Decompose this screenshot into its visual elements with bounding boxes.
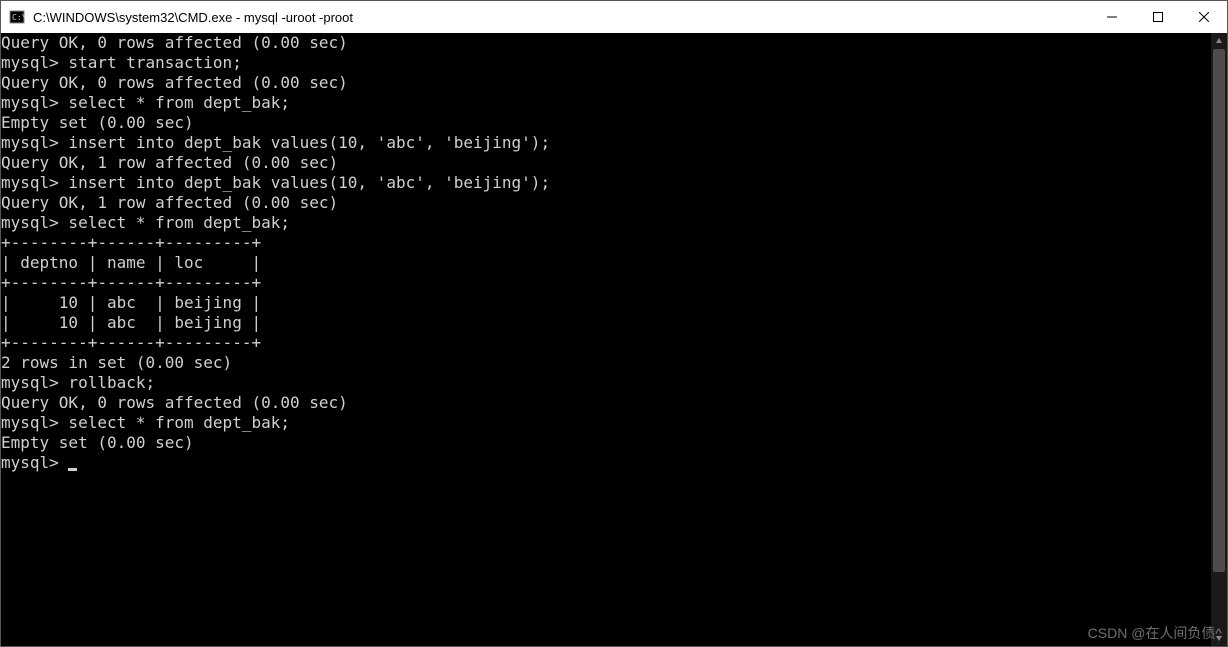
terminal-line: Query OK, 0 rows affected (0.00 sec) [1,73,1211,93]
terminal-line: mysql> rollback; [1,373,1211,393]
terminal-line: mysql> insert into dept_bak values(10, '… [1,133,1211,153]
window-controls [1089,1,1227,33]
terminal-line: | 10 | abc | beijing | [1,293,1211,313]
terminal-line: | 10 | abc | beijing | [1,313,1211,333]
terminal-line: Query OK, 1 row affected (0.00 sec) [1,193,1211,213]
titlebar[interactable]: C:\ C:\WINDOWS\system32\CMD.exe - mysql … [1,1,1227,33]
cursor [68,468,77,471]
terminal-line: 2 rows in set (0.00 sec) [1,353,1211,373]
terminal-line: mysql> [1,453,1211,473]
terminal-line: Query OK, 0 rows affected (0.00 sec) [1,33,1211,53]
close-button[interactable] [1181,1,1227,33]
scroll-down-button[interactable] [1211,630,1227,646]
scroll-thumb[interactable] [1213,49,1225,572]
terminal-line: Query OK, 0 rows affected (0.00 sec) [1,393,1211,413]
minimize-button[interactable] [1089,1,1135,33]
terminal-area: Query OK, 0 rows affected (0.00 sec)mysq… [1,33,1227,646]
terminal-line: +--------+------+---------+ [1,333,1211,353]
scrollbar-vertical[interactable] [1211,33,1227,646]
terminal-line: mysql> select * from dept_bak; [1,413,1211,433]
svg-text:C:\: C:\ [12,13,25,22]
scroll-up-button[interactable] [1211,33,1227,49]
cmd-icon: C:\ [9,9,25,25]
terminal-line: mysql> select * from dept_bak; [1,93,1211,113]
terminal-line: Empty set (0.00 sec) [1,433,1211,453]
cmd-window: C:\ C:\WINDOWS\system32\CMD.exe - mysql … [0,0,1228,647]
maximize-button[interactable] [1135,1,1181,33]
terminal-line: +--------+------+---------+ [1,273,1211,293]
terminal-line: mysql> start transaction; [1,53,1211,73]
terminal-output[interactable]: Query OK, 0 rows affected (0.00 sec)mysq… [1,33,1211,646]
terminal-line: mysql> insert into dept_bak values(10, '… [1,173,1211,193]
terminal-line: Query OK, 1 row affected (0.00 sec) [1,153,1211,173]
scroll-track[interactable] [1211,49,1227,630]
terminal-line: mysql> select * from dept_bak; [1,213,1211,233]
terminal-line: Empty set (0.00 sec) [1,113,1211,133]
terminal-line: +--------+------+---------+ [1,233,1211,253]
window-title: C:\WINDOWS\system32\CMD.exe - mysql -uro… [33,10,1089,25]
terminal-line: | deptno | name | loc | [1,253,1211,273]
